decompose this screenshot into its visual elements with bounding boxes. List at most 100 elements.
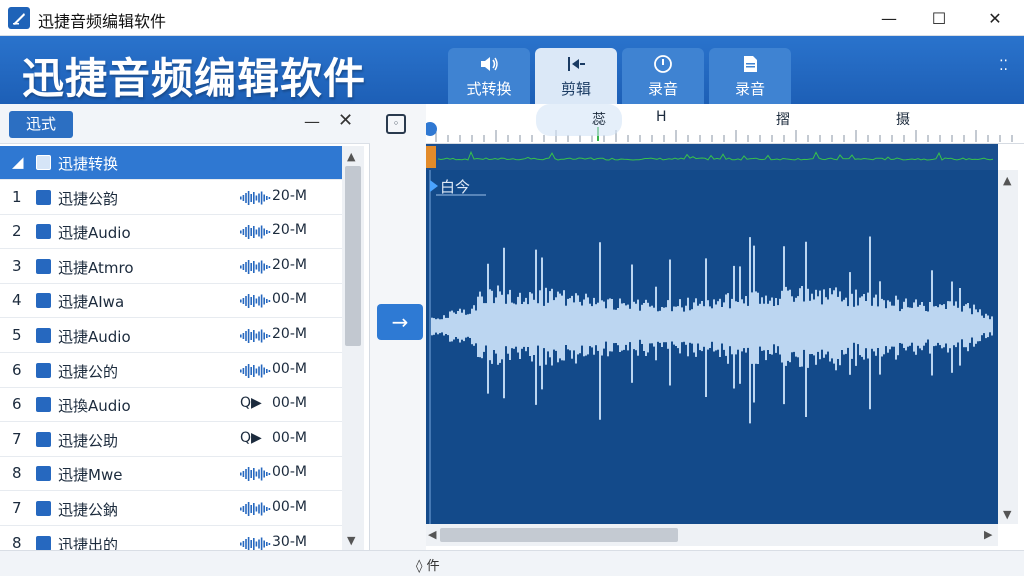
brand-title: 迅捷音频编辑软件 [22,54,367,103]
list-item[interactable]: 6 迅換Audio Q▶ 00-M [0,388,342,423]
timeline-label: 蕊 [592,112,606,128]
playhead-knob[interactable] [426,122,437,136]
record-icon [654,55,672,73]
app-icon [8,7,30,29]
row-number: 8 [12,464,22,483]
list-scrollbar[interactable]: ▲ ▼ [342,146,364,550]
add-to-editor-button[interactable]: → [377,304,423,340]
list-item[interactable]: 3 迅捷Atmro 20-M [0,250,342,284]
file-size: 00-M [272,499,307,515]
row-checkbox[interactable] [36,328,51,343]
title-bar: 迅捷音频编辑软件 — ☐ ✕ [0,0,1024,36]
scroll-up-icon[interactable]: ▲ [1003,174,1011,187]
minimize-button[interactable]: — [864,0,914,36]
panel-close-icon[interactable]: ✕ [338,110,353,131]
overview-marker[interactable] [426,146,436,168]
file-list-header: 迅式 — ✕ [0,104,370,144]
waveform-overview[interactable] [426,144,998,170]
row-number: 5 [12,326,22,344]
play-icon[interactable]: Q▶ [240,430,262,446]
scroll-down-icon[interactable]: ▼ [347,534,355,547]
mini-waveform-icon [240,225,271,240]
mini-waveform-icon [240,259,271,274]
row-checkbox[interactable] [36,535,51,551]
file-name: 迅捷转换 [58,155,119,173]
mini-waveform-icon [240,363,271,378]
row-checkbox[interactable] [36,258,51,274]
file-size: 00-M [272,291,307,308]
close-button[interactable]: ✕ [970,0,1020,36]
scroll-right-icon[interactable]: ▶ [984,528,992,541]
cursor-marker-icon[interactable] [430,180,438,192]
mini-waveform-icon [240,502,271,516]
tab-edit[interactable]: 剪辑 [535,48,617,104]
row-checkbox[interactable] [36,397,51,413]
list-action-button[interactable]: 迅式 [9,111,73,138]
file-size: 00-M [272,395,307,412]
file-size: 30-M [272,533,307,550]
list-item[interactable]: 7 迅捷公助 Q▶ 00-M [0,423,342,457]
file-size: 20-M [272,326,307,342]
tab-label: 录音 [734,80,765,98]
scroll-left-icon[interactable]: ◀ [428,528,436,541]
list-item[interactable]: 2 迅捷Audio 20-M [0,215,342,250]
row-checkbox[interactable] [36,501,51,516]
marker-label: 白今 [440,178,471,196]
scroll-down-icon[interactable]: ▼ [1003,508,1011,521]
editor-horizontal-scrollbar[interactable]: ◀ ▶ [426,524,998,546]
timeline-label: ᕼ [656,109,667,125]
tab-format-convert[interactable]: 式转换 [448,48,530,104]
editor-vertical-scrollbar[interactable]: ▲ ▼ [998,170,1018,524]
row-checkbox[interactable] [36,362,51,378]
row-number: 8 [12,533,22,552]
panel-minimize-icon[interactable]: — [304,112,320,131]
file-name: 迅捷Audio [58,328,131,346]
scroll-up-icon[interactable]: ▲ [347,150,355,163]
tab-label: 剪辑 [560,80,591,98]
file-name: 迅捷公鈉 [58,501,119,519]
file-name: 迅捷公的 [58,362,119,381]
tab-label: 式转换 [466,80,512,98]
file-name: 迅捷Mwe [58,466,123,485]
document-icon [744,56,757,72]
file-list-panel: 迅式 — ✕ ◢ 迅捷转换 1 迅捷公韵 20-M 2 迅捷Audio 20-M 3 迅捷Atmr… [0,104,370,561]
status-bar: ◊ 仵 [0,550,1024,576]
row-checkbox[interactable] [36,431,51,447]
list-item[interactable]: 8 迅捷Mwe 00-M [0,457,342,492]
file-size: 00-M [272,429,307,446]
mini-waveform-icon [240,329,271,343]
row-checkbox[interactable] [36,189,51,205]
clip-icon[interactable]: ◦ [386,114,406,134]
tab-record-2[interactable]: 录音 [709,48,791,104]
row-checkbox[interactable] [36,224,51,240]
list-item[interactable]: 5 迅捷Audio 20-M [0,319,342,353]
timeline-ruler[interactable]: 蕊 ᕼ 摺 摄 [426,104,1024,144]
list-item[interactable]: 7 迅捷公鈉 00-M [0,492,342,526]
row-number: 6 [12,360,22,379]
file-size: 20-M [272,222,307,239]
more-icon[interactable]: ⁚⁚ [999,58,1008,74]
header-banner: 迅捷音频编辑软件 式转换 剪辑 录音 录音 ⁚⁚ [0,36,1024,104]
row-checkbox[interactable] [36,466,51,482]
tab-label: 录音 [647,80,678,98]
waveform-editor[interactable]: 白今 [426,170,998,524]
file-size: 20-M [272,256,307,273]
row-checkbox[interactable] [36,293,51,309]
play-icon[interactable]: Q▶ [240,395,262,411]
scrollbar-thumb[interactable] [345,166,361,346]
tab-record[interactable]: 录音 [622,48,704,104]
timeline-label: 摺 [776,112,790,128]
list-item[interactable]: 1 迅捷公韵 20-M [0,181,342,215]
list-item[interactable]: 6 迅捷公的 00-M [0,354,342,388]
scrollbar-thumb[interactable] [440,528,678,542]
timeline-ticks [426,104,1013,142]
row-number: 1 [12,187,22,206]
maximize-button[interactable]: ☐ [914,0,964,36]
row-number: ◢ [12,153,24,171]
file-size: 00-M [272,464,307,481]
file-name: 迅捷公助 [58,431,119,450]
list-item[interactable]: ◢ 迅捷转换 [0,146,342,180]
mini-waveform-icon [240,190,271,205]
list-item[interactable]: 4 迅捷AIwa 00-M [0,284,342,319]
row-checkbox[interactable] [36,155,51,170]
